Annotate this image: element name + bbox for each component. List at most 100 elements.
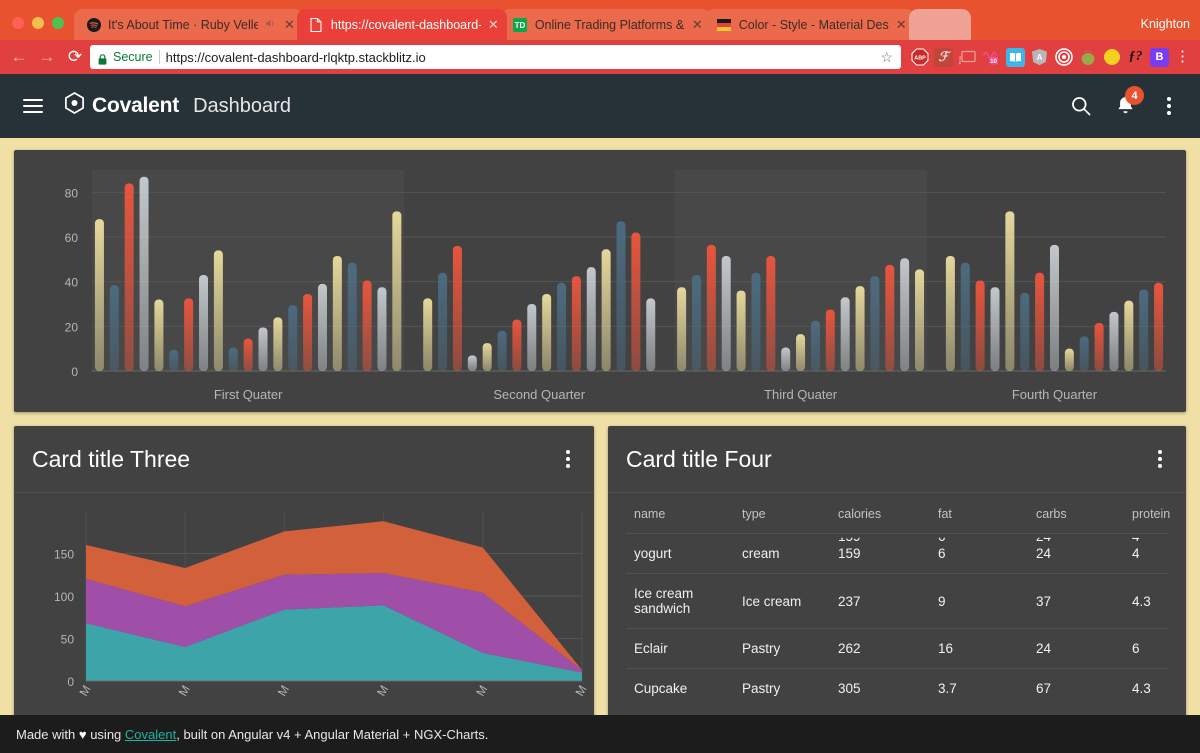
adblock-plus-icon[interactable]: ABP — [910, 48, 929, 67]
area-chart[interactable]: 0 50 100 150 M M M M M M — [14, 493, 594, 721]
bar[interactable] — [960, 262, 970, 371]
url-text[interactable]: https://covalent-dashboard-rlqktp.stackb… — [166, 50, 426, 65]
bar[interactable] — [616, 221, 626, 371]
bar[interactable] — [1094, 322, 1104, 371]
target-icon[interactable] — [1054, 48, 1073, 67]
bar[interactable] — [303, 293, 313, 371]
bar[interactable] — [810, 320, 820, 371]
bar[interactable] — [990, 287, 1000, 371]
bar[interactable] — [362, 280, 372, 371]
bar[interactable] — [915, 269, 925, 371]
tab-close-button[interactable]: ✕ — [896, 18, 907, 31]
bar[interactable] — [706, 244, 716, 371]
more-vert-icon[interactable] — [1152, 444, 1168, 474]
bar[interactable] — [243, 338, 253, 371]
maximize-window-button[interactable] — [52, 17, 64, 29]
tab-audio-playing-icon[interactable] — [265, 18, 277, 32]
bar[interactable] — [571, 276, 581, 371]
tab-close-button[interactable]: ✕ — [488, 18, 499, 31]
bar[interactable] — [1064, 348, 1074, 371]
table-row[interactable]: Ice cream sandwich Ice cream 237 9 37 4.3 — [626, 573, 1168, 629]
bar-chart[interactable]: 0 20 40 60 80 First Quater Second Quarter Third… — [14, 156, 1186, 408]
reload-button[interactable]: ⟳ — [62, 44, 88, 70]
bar[interactable] — [273, 317, 283, 371]
bar[interactable] — [452, 245, 462, 371]
bar[interactable] — [139, 176, 149, 371]
bar[interactable] — [766, 255, 776, 371]
bar[interactable] — [1139, 289, 1149, 371]
momentum-10-icon[interactable]: 10 — [982, 48, 1001, 67]
bar[interactable] — [557, 282, 567, 371]
bar[interactable] — [542, 293, 552, 371]
bar[interactable] — [228, 347, 238, 371]
cast-icon[interactable] — [958, 48, 977, 67]
browser-tab-td-trading[interactable]: TD Online Trading Platforms & Too ✕ — [500, 9, 711, 40]
forward-button[interactable]: → — [34, 44, 60, 70]
bar[interactable] — [154, 299, 164, 371]
bar[interactable] — [975, 280, 985, 371]
bar[interactable] — [199, 274, 209, 371]
bar[interactable] — [1154, 282, 1164, 371]
back-button[interactable]: ← — [6, 44, 32, 70]
bar[interactable] — [1005, 211, 1015, 371]
close-window-button[interactable] — [12, 17, 24, 29]
table-scroll-area[interactable]: name type calories fat carbs protein yogurt cr… — [608, 493, 1186, 721]
bar[interactable] — [124, 183, 134, 371]
bar[interactable] — [288, 305, 298, 371]
more-vert-icon[interactable] — [1154, 91, 1184, 121]
tab-close-button[interactable]: ✕ — [692, 18, 703, 31]
hamburger-menu-icon[interactable] — [16, 89, 50, 123]
brand-logo[interactable]: Covalent — [64, 92, 179, 120]
bar[interactable] — [482, 343, 492, 371]
angular-augury-icon[interactable]: A — [1030, 48, 1049, 67]
bar[interactable] — [691, 274, 701, 371]
bar[interactable] — [646, 298, 656, 371]
browser-profile-name[interactable]: Knighton — [1141, 17, 1190, 31]
bar[interactable] — [1020, 292, 1030, 371]
dictionary-icon[interactable] — [1006, 47, 1025, 67]
bar[interactable] — [497, 330, 507, 371]
bar[interactable] — [512, 319, 522, 371]
bar[interactable] — [721, 255, 731, 371]
bar[interactable] — [347, 262, 357, 371]
address-bar[interactable]: Secure https://covalent-dashboard-rlqktp… — [90, 45, 901, 69]
bar[interactable] — [317, 283, 327, 371]
bar[interactable] — [1049, 244, 1059, 371]
bar[interactable] — [781, 347, 791, 371]
covalent-link[interactable]: Covalent — [125, 727, 176, 742]
bar[interactable] — [94, 219, 104, 371]
bar[interactable] — [885, 264, 895, 371]
bar[interactable] — [840, 297, 850, 371]
bar[interactable] — [945, 255, 955, 371]
bar[interactable] — [377, 287, 387, 371]
bar[interactable] — [900, 258, 910, 371]
f-question-icon[interactable]: ƒ? — [1126, 48, 1145, 67]
bar[interactable] — [751, 272, 761, 371]
notifications-bell-icon[interactable]: 4 — [1110, 86, 1144, 121]
bar[interactable] — [796, 334, 806, 371]
bar[interactable] — [438, 272, 448, 371]
bar[interactable] — [586, 267, 596, 371]
tomato-timer-icon[interactable] — [1078, 48, 1097, 67]
bar[interactable] — [169, 349, 179, 371]
bar[interactable] — [870, 276, 880, 371]
bar[interactable] — [631, 232, 641, 371]
bar[interactable] — [677, 287, 687, 371]
more-vert-icon[interactable] — [560, 444, 576, 474]
bar[interactable] — [527, 304, 537, 371]
bootstrap-icon[interactable]: B — [1150, 47, 1169, 67]
bar[interactable] — [855, 286, 865, 371]
bar[interactable] — [423, 298, 433, 371]
bar[interactable] — [109, 285, 119, 371]
bar[interactable] — [467, 355, 477, 371]
bar[interactable] — [825, 309, 835, 371]
bar[interactable] — [1035, 272, 1045, 371]
search-icon[interactable] — [1066, 91, 1096, 121]
bar[interactable] — [736, 290, 746, 371]
browser-tab-spotify[interactable]: It's About Time · Ruby Velle ✕ ✕ — [74, 9, 303, 40]
bar[interactable] — [332, 255, 342, 371]
browser-tab-covalent-dashboard[interactable]: https://covalent-dashboard-rlq ✕ — [296, 9, 507, 40]
bar[interactable] — [184, 298, 194, 371]
bar[interactable] — [392, 211, 402, 371]
tab-close-button[interactable]: ✕ — [284, 18, 295, 31]
